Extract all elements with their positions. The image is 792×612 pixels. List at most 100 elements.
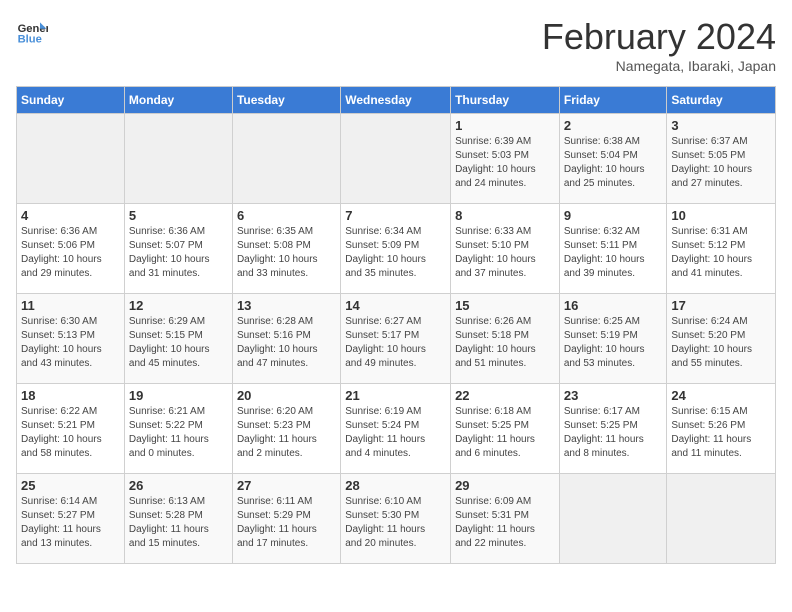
- day-info: Sunrise: 6:37 AM Sunset: 5:05 PM Dayligh…: [671, 135, 771, 191]
- calendar-body: 1 Sunrise: 6:39 AM Sunset: 5:03 PM Daylig…: [17, 114, 776, 564]
- day-cell: 6Sunrise: 6:35 AM Sunset: 5:08 PM Daylig…: [232, 204, 340, 294]
- day-number: 10: [671, 208, 771, 223]
- day-cell: [559, 474, 667, 564]
- day-cell: [17, 114, 125, 204]
- day-number: 5: [129, 208, 228, 223]
- day-info: Sunrise: 6:15 AM Sunset: 5:26 PM Dayligh…: [671, 405, 771, 461]
- day-cell: 18Sunrise: 6:22 AM Sunset: 5:21 PM Dayli…: [17, 384, 125, 474]
- day-cell: 14 Sunrise: 6:27 AM Sunset: 5:17 PM Dayli…: [341, 294, 451, 384]
- day-number: 15: [455, 298, 555, 313]
- day-number: 18: [21, 388, 120, 403]
- day-cell: 20 Sunrise: 6:20 AM Sunset: 5:23 PM Dayli…: [232, 384, 340, 474]
- logo-icon: General Blue: [16, 16, 48, 48]
- day-cell: 26 Sunrise: 6:13 AM Sunset: 5:28 PM Dayli…: [124, 474, 232, 564]
- col-saturday: Saturday: [667, 87, 776, 114]
- day-cell: 23Sunrise: 6:17 AM Sunset: 5:25 PM Dayli…: [559, 384, 667, 474]
- week-row-1: 1 Sunrise: 6:39 AM Sunset: 5:03 PM Daylig…: [17, 114, 776, 204]
- logo: General Blue: [16, 16, 48, 48]
- day-cell: 3 Sunrise: 6:37 AM Sunset: 5:05 PM Daylig…: [667, 114, 776, 204]
- day-cell: [341, 114, 451, 204]
- day-info: Sunrise: 6:31 AM Sunset: 5:12 PM Dayligh…: [671, 225, 771, 281]
- col-friday: Friday: [559, 87, 667, 114]
- day-number: 22: [455, 388, 555, 403]
- day-cell: 5 Sunrise: 6:36 AM Sunset: 5:07 PM Daylig…: [124, 204, 232, 294]
- page-header: General Blue February 2024 Namegata, Iba…: [16, 16, 776, 74]
- svg-text:Blue: Blue: [18, 33, 42, 45]
- day-number: 4: [21, 208, 120, 223]
- day-info: Sunrise: 6:27 AM Sunset: 5:17 PM Dayligh…: [345, 315, 446, 371]
- day-number: 1: [455, 118, 555, 133]
- day-number: 17: [671, 298, 771, 313]
- location: Namegata, Ibaraki, Japan: [542, 58, 776, 74]
- day-number: 21: [345, 388, 446, 403]
- col-thursday: Thursday: [451, 87, 560, 114]
- day-number: 2: [564, 118, 663, 133]
- week-row-5: 25Sunrise: 6:14 AM Sunset: 5:27 PM Dayli…: [17, 474, 776, 564]
- day-info: Sunrise: 6:26 AM Sunset: 5:18 PM Dayligh…: [455, 315, 555, 371]
- header-row: Sunday Monday Tuesday Wednesday Thursday…: [17, 87, 776, 114]
- day-info: Sunrise: 6:33 AM Sunset: 5:10 PM Dayligh…: [455, 225, 555, 281]
- day-info: Sunrise: 6:30 AM Sunset: 5:13 PM Dayligh…: [21, 315, 120, 371]
- day-cell: 7 Sunrise: 6:34 AM Sunset: 5:09 PM Daylig…: [341, 204, 451, 294]
- col-wednesday: Wednesday: [341, 87, 451, 114]
- week-row-3: 11 Sunrise: 6:30 AM Sunset: 5:13 PM Dayli…: [17, 294, 776, 384]
- col-monday: Monday: [124, 87, 232, 114]
- day-cell: 2 Sunrise: 6:38 AM Sunset: 5:04 PM Daylig…: [559, 114, 667, 204]
- day-cell: [232, 114, 340, 204]
- day-info: Sunrise: 6:35 AM Sunset: 5:08 PM Dayligh…: [237, 225, 336, 281]
- day-info: Sunrise: 6:25 AM Sunset: 5:19 PM Dayligh…: [564, 315, 663, 371]
- day-cell: 15 Sunrise: 6:26 AM Sunset: 5:18 PM Dayli…: [451, 294, 560, 384]
- day-number: 25: [21, 478, 120, 493]
- day-info: Sunrise: 6:29 AM Sunset: 5:15 PM Dayligh…: [129, 315, 228, 371]
- day-number: 23: [564, 388, 663, 403]
- day-info: Sunrise: 6:19 AM Sunset: 5:24 PM Dayligh…: [345, 405, 446, 461]
- day-number: 24: [671, 388, 771, 403]
- day-cell: 11 Sunrise: 6:30 AM Sunset: 5:13 PM Dayli…: [17, 294, 125, 384]
- calendar-table: Sunday Monday Tuesday Wednesday Thursday…: [16, 86, 776, 564]
- day-number: 20: [237, 388, 336, 403]
- day-info: Sunrise: 6:39 AM Sunset: 5:03 PM Dayligh…: [455, 135, 555, 191]
- day-number: 13: [237, 298, 336, 313]
- day-info: Sunrise: 6:28 AM Sunset: 5:16 PM Dayligh…: [237, 315, 336, 371]
- day-cell: 8Sunrise: 6:33 AM Sunset: 5:10 PM Daylig…: [451, 204, 560, 294]
- day-number: 16: [564, 298, 663, 313]
- day-cell: 4 Sunrise: 6:36 AM Sunset: 5:06 PM Daylig…: [17, 204, 125, 294]
- day-info: Sunrise: 6:36 AM Sunset: 5:06 PM Dayligh…: [21, 225, 120, 281]
- day-info: Sunrise: 6:20 AM Sunset: 5:23 PM Dayligh…: [237, 405, 336, 461]
- day-cell: 25Sunrise: 6:14 AM Sunset: 5:27 PM Dayli…: [17, 474, 125, 564]
- day-number: 29: [455, 478, 555, 493]
- day-cell: 21 Sunrise: 6:19 AM Sunset: 5:24 PM Dayli…: [341, 384, 451, 474]
- week-row-2: 4 Sunrise: 6:36 AM Sunset: 5:06 PM Daylig…: [17, 204, 776, 294]
- month-title: February 2024: [542, 16, 776, 58]
- day-cell: 22 Sunrise: 6:18 AM Sunset: 5:25 PM Dayli…: [451, 384, 560, 474]
- col-sunday: Sunday: [17, 87, 125, 114]
- day-cell: 16 Sunrise: 6:25 AM Sunset: 5:19 PM Dayli…: [559, 294, 667, 384]
- day-info: Sunrise: 6:10 AM Sunset: 5:30 PM Dayligh…: [345, 495, 446, 551]
- day-number: 14: [345, 298, 446, 313]
- day-number: 26: [129, 478, 228, 493]
- day-number: 12: [129, 298, 228, 313]
- day-cell: 12 Sunrise: 6:29 AM Sunset: 5:15 PM Dayli…: [124, 294, 232, 384]
- day-info: Sunrise: 6:11 AM Sunset: 5:29 PM Dayligh…: [237, 495, 336, 551]
- day-cell: [124, 114, 232, 204]
- day-info: Sunrise: 6:34 AM Sunset: 5:09 PM Dayligh…: [345, 225, 446, 281]
- day-number: 19: [129, 388, 228, 403]
- week-row-4: 18Sunrise: 6:22 AM Sunset: 5:21 PM Dayli…: [17, 384, 776, 474]
- day-info: Sunrise: 6:18 AM Sunset: 5:25 PM Dayligh…: [455, 405, 555, 461]
- day-info: Sunrise: 6:38 AM Sunset: 5:04 PM Dayligh…: [564, 135, 663, 191]
- day-cell: 29Sunrise: 6:09 AM Sunset: 5:31 PM Dayli…: [451, 474, 560, 564]
- day-info: Sunrise: 6:21 AM Sunset: 5:22 PM Dayligh…: [129, 405, 228, 461]
- day-info: Sunrise: 6:13 AM Sunset: 5:28 PM Dayligh…: [129, 495, 228, 551]
- col-tuesday: Tuesday: [232, 87, 340, 114]
- day-number: 9: [564, 208, 663, 223]
- day-number: 7: [345, 208, 446, 223]
- day-cell: 13 Sunrise: 6:28 AM Sunset: 5:16 PM Dayli…: [232, 294, 340, 384]
- day-info: Sunrise: 6:36 AM Sunset: 5:07 PM Dayligh…: [129, 225, 228, 281]
- day-cell: 17Sunrise: 6:24 AM Sunset: 5:20 PM Dayli…: [667, 294, 776, 384]
- day-info: Sunrise: 6:32 AM Sunset: 5:11 PM Dayligh…: [564, 225, 663, 281]
- day-cell: 1 Sunrise: 6:39 AM Sunset: 5:03 PM Daylig…: [451, 114, 560, 204]
- title-area: February 2024 Namegata, Ibaraki, Japan: [542, 16, 776, 74]
- day-number: 28: [345, 478, 446, 493]
- day-number: 11: [21, 298, 120, 313]
- day-number: 3: [671, 118, 771, 133]
